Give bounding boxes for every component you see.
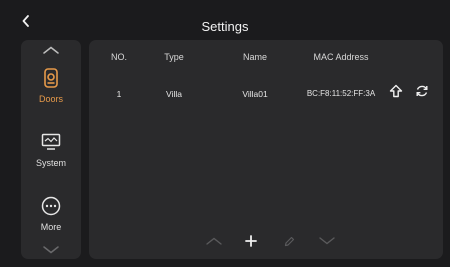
cell-type: Villa xyxy=(166,89,182,99)
sidebar-item-more[interactable]: More xyxy=(21,196,81,246)
chevron-up-icon xyxy=(43,46,59,54)
door-icon xyxy=(41,68,61,88)
sidebar-item-label: System xyxy=(35,158,66,168)
refresh-button[interactable] xyxy=(415,84,429,98)
column-header-name: Name xyxy=(242,52,268,62)
monitor-icon xyxy=(41,132,61,152)
sidebar-item-label: More xyxy=(40,222,62,232)
top-bar: Settings xyxy=(0,0,450,38)
column-header-type: Type xyxy=(164,52,184,62)
cell-no: 1 xyxy=(116,89,122,99)
more-icon xyxy=(41,196,61,216)
sidebar-item-system[interactable]: System xyxy=(21,132,81,182)
move-down-button[interactable] xyxy=(318,232,336,250)
chevron-down-icon xyxy=(319,237,335,245)
upload-button[interactable] xyxy=(389,84,403,98)
edit-button[interactable] xyxy=(280,232,298,250)
sidebar-item-doors[interactable]: Doors xyxy=(21,68,81,118)
column-header-no: NO. xyxy=(110,52,128,62)
add-button[interactable] xyxy=(242,232,260,250)
chevron-down-icon xyxy=(43,246,59,254)
move-up-button[interactable] xyxy=(205,232,223,250)
cell-mac: BC:F8:11:52:FF:3A xyxy=(306,89,376,98)
upload-icon xyxy=(389,84,403,98)
sidebar-scroll-up-button[interactable] xyxy=(21,43,81,57)
chevron-up-icon xyxy=(206,237,222,245)
sidebar-item-label: Doors xyxy=(38,94,63,104)
add-icon xyxy=(245,235,257,247)
page-title: Settings xyxy=(201,19,249,34)
refresh-icon xyxy=(416,85,428,97)
panel-toolbar xyxy=(89,232,443,250)
sidebar-scroll-down-button[interactable] xyxy=(21,243,81,257)
sidebar: Doors System More xyxy=(21,40,81,259)
edit-icon xyxy=(284,236,294,246)
column-header-mac: MAC Address xyxy=(313,52,369,62)
cell-name: Villa01 xyxy=(242,89,268,99)
doors-panel: NO. Type Name MAC Address 1 Villa Villa0… xyxy=(89,40,443,259)
